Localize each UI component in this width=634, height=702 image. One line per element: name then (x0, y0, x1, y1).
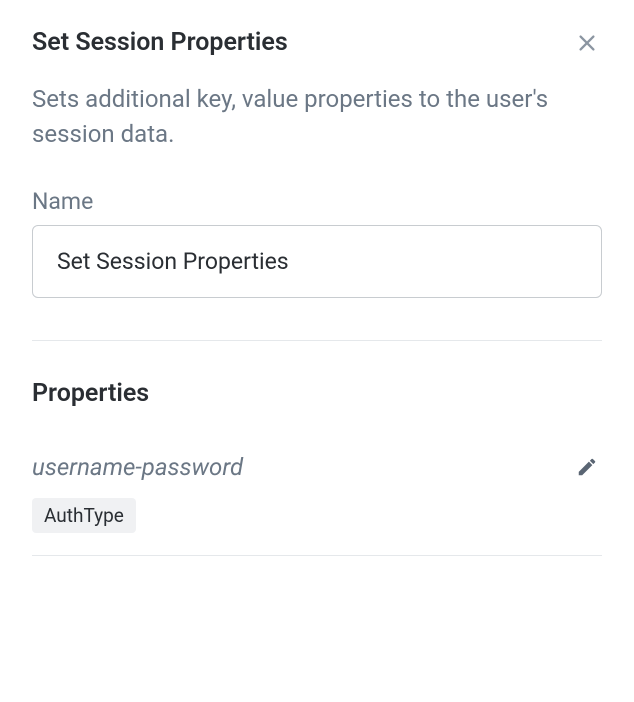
section-divider (32, 340, 602, 341)
properties-heading: Properties (32, 379, 602, 408)
close-icon (576, 32, 598, 54)
name-label: Name (32, 188, 602, 215)
name-input[interactable] (32, 225, 602, 298)
panel-description: Sets additional key, value properties to… (32, 82, 602, 152)
panel-title: Set Session Properties (32, 28, 288, 57)
property-key: username-password (32, 453, 243, 481)
property-row: username-password (32, 452, 602, 482)
property-divider (32, 555, 602, 556)
property-tag: AuthType (32, 498, 136, 533)
edit-property-button[interactable] (572, 452, 602, 482)
close-button[interactable] (572, 28, 602, 58)
pencil-icon (576, 456, 598, 478)
